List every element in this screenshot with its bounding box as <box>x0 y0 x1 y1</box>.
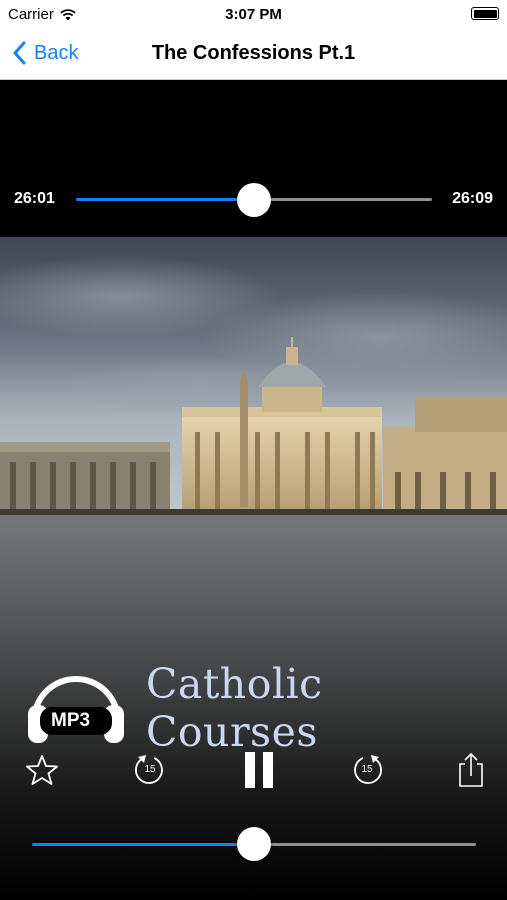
status-time: 3:07 PM <box>225 6 282 23</box>
skip-back-seconds: 15 <box>144 764 156 775</box>
total-time: 26:09 <box>452 190 493 207</box>
skip-forward-seconds: 15 <box>361 764 373 775</box>
battery-icon <box>471 7 499 20</box>
playback-controls: 15 15 <box>0 745 507 805</box>
pause-button[interactable] <box>234 745 284 795</box>
share-icon <box>459 752 483 787</box>
bottom-track-elapsed[interactable] <box>32 843 254 846</box>
navigation-bar: Back The Confessions Pt.1 <box>0 28 507 80</box>
page-title: The Confessions Pt.1 <box>151 42 356 64</box>
top-track-elapsed[interactable] <box>76 198 254 201</box>
top-track-remaining[interactable] <box>254 198 432 201</box>
mp3-badge: MP3 <box>51 710 91 731</box>
bottom-scrubber-thumb[interactable] <box>237 827 271 861</box>
star-icon <box>26 755 58 785</box>
skip-back-button[interactable]: 15 <box>125 745 175 795</box>
brand-logo: MP3 Catholic Courses <box>26 660 507 756</box>
elapsed-time: 26:01 <box>14 190 55 207</box>
headphones-icon: MP3 <box>26 671 126 745</box>
favorite-button[interactable] <box>17 745 67 795</box>
status-bar: Carrier 3:07 PM <box>0 0 507 28</box>
share-button[interactable] <box>446 745 496 795</box>
pause-icon <box>245 752 273 788</box>
brand-name: Catholic Courses <box>146 660 323 756</box>
skip-forward-button[interactable]: 15 <box>342 745 392 795</box>
bottom-track-remaining[interactable] <box>254 843 476 846</box>
top-scrubber-thumb[interactable] <box>237 183 271 217</box>
